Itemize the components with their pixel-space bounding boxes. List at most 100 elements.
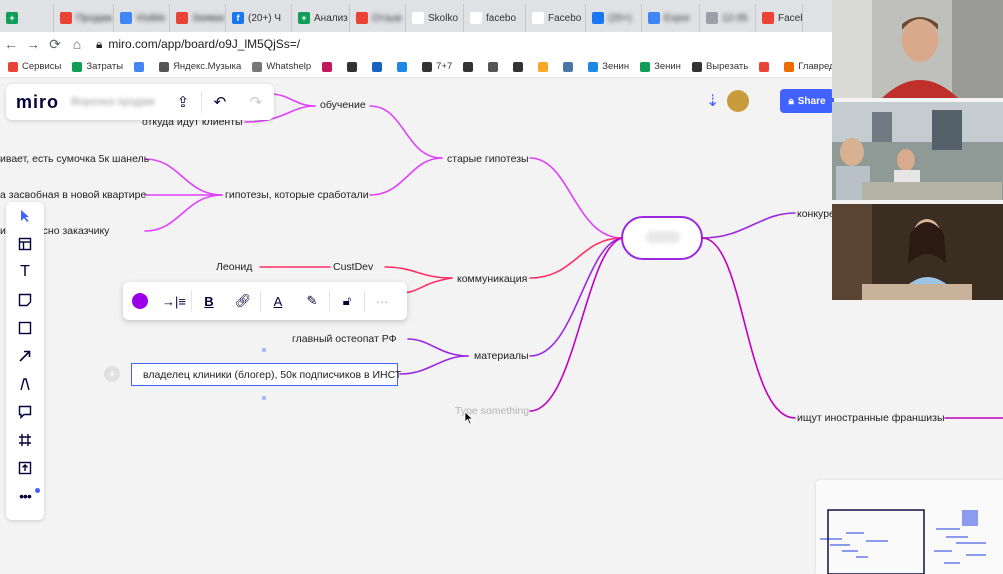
mindmap-node[interactable]: гипотезы, которые сработали: [225, 189, 369, 201]
mindmap-node[interactable]: ивает, есть сумочка 5к шанель: [0, 153, 149, 165]
home-icon[interactable]: ⌂: [66, 36, 88, 52]
node-text-editor[interactable]: владелец клиники (блогер), 50к подписчик…: [131, 363, 402, 386]
bookmark-item[interactable]: [397, 61, 411, 72]
bookmark-icon: [488, 61, 499, 72]
bookmark-item[interactable]: Яндекс.Музыка: [159, 61, 241, 72]
tab-favicon-icon: [356, 12, 368, 24]
bookmark-icon: [563, 61, 574, 72]
mindmap-node-obuchenie[interactable]: обучение: [320, 99, 366, 111]
mindmap-node[interactable]: ищут иностранные франшизы: [797, 412, 945, 424]
select-tool[interactable]: [6, 202, 44, 230]
bookmark-item[interactable]: Зенин: [588, 61, 629, 72]
pen-tool[interactable]: [6, 370, 44, 398]
redo-icon[interactable]: ↷: [238, 84, 274, 120]
browser-tab[interactable]: Gfacebo: [464, 4, 526, 32]
mindmap-node-kommunikacia[interactable]: коммуникация: [457, 273, 527, 285]
bookmark-item[interactable]: [372, 61, 386, 72]
more-icon[interactable]: ···: [365, 282, 399, 320]
bookmark-item[interactable]: Сервисы: [8, 61, 61, 72]
bookmark-item[interactable]: [759, 61, 773, 72]
bookmark-item[interactable]: Whatshelp: [252, 61, 311, 72]
resize-handle[interactable]: [262, 396, 266, 400]
bookmark-item[interactable]: Вырезать: [691, 61, 748, 72]
text-tool[interactable]: T: [6, 258, 44, 286]
resize-handle[interactable]: [262, 348, 266, 352]
bookmark-label: Затраты: [86, 61, 124, 72]
arrow-tool[interactable]: [6, 342, 44, 370]
mindmap-node-starye-gipotezy[interactable]: старые гипотезы: [447, 153, 529, 165]
bold-icon[interactable]: B: [192, 282, 226, 320]
forward-icon[interactable]: →: [22, 36, 44, 52]
mindmap-node[interactable]: а засвобная в новой квартире: [0, 189, 146, 201]
upload-icon: [18, 461, 32, 475]
bookmark-item[interactable]: [513, 61, 527, 72]
reload-icon[interactable]: ⟳: [44, 36, 66, 53]
miro-logo[interactable]: miro: [6, 92, 71, 113]
bookmark-item[interactable]: [134, 61, 148, 72]
tab-label: Expor: [664, 12, 691, 24]
mindmap-node[interactable]: Леонид: [216, 261, 252, 273]
highlight-icon[interactable]: ✎: [295, 282, 329, 320]
back-icon[interactable]: ←: [0, 36, 22, 52]
avatar[interactable]: [727, 90, 750, 112]
bookmark-item[interactable]: Затраты: [72, 61, 123, 72]
bookmark-icon: [72, 61, 83, 72]
browser-tab[interactable]: +: [0, 4, 54, 32]
bookmark-item[interactable]: [538, 61, 552, 72]
shape-tool[interactable]: [6, 314, 44, 342]
browser-tab[interactable]: Отзыв: [350, 4, 406, 32]
color-picker[interactable]: [123, 282, 157, 320]
browser-tab[interactable]: (20+): [586, 4, 642, 32]
browser-tab[interactable]: Заявки: [170, 4, 226, 32]
browser-tab[interactable]: + Анализ: [292, 4, 350, 32]
lock-icon[interactable]: 🔓︎: [330, 282, 364, 320]
share-button[interactable]: 🔒︎ Share: [780, 89, 834, 113]
comment-tool[interactable]: [6, 398, 44, 426]
bookmark-item[interactable]: 7+7: [422, 61, 452, 72]
bookmark-label: Сервисы: [22, 61, 62, 72]
mindmap-node[interactable]: CustDev: [333, 261, 373, 273]
tab-favicon-icon: G: [470, 12, 482, 24]
tab-favicon-icon: f: [232, 12, 244, 24]
color-swatch: [132, 293, 148, 309]
bookmark-icon: [640, 61, 651, 72]
minimap[interactable]: [816, 480, 1003, 574]
browser-tab[interactable]: Продаж: [54, 4, 114, 32]
add-node-icon[interactable]: +: [104, 366, 120, 382]
browser-tab[interactable]: Visible: [114, 4, 170, 32]
address-bar[interactable]: 🔒︎ miro.com/app/board/o9J_lM5QjSs=/: [96, 37, 300, 52]
browser-tab[interactable]: Facebo: [526, 4, 586, 32]
mindmap-node[interactable]: главный остеопат РФ: [292, 333, 397, 345]
tab-label: Facebo: [548, 12, 582, 24]
editor-text: владелец клиники (блогер), 50к подписчик…: [143, 368, 402, 381]
cursor-tools-icon[interactable]: ⇣: [706, 91, 719, 111]
bookmark-item[interactable]: [563, 61, 577, 72]
bookmark-item[interactable]: Зенин: [640, 61, 681, 72]
more-tools[interactable]: •••: [6, 482, 44, 510]
bookmark-item[interactable]: [463, 61, 477, 72]
upload-tool[interactable]: [6, 454, 44, 482]
sticky-note-tool[interactable]: [6, 286, 44, 314]
text-color-icon[interactable]: A: [261, 282, 295, 320]
link-icon[interactable]: 🔗︎: [226, 282, 260, 320]
bookmark-item[interactable]: [322, 61, 336, 72]
participant-video: [832, 102, 1003, 200]
browser-tab[interactable]: Skolko: [406, 4, 464, 32]
browser-tab[interactable]: f (20+) Ч: [226, 4, 292, 32]
bookmark-item[interactable]: [347, 61, 361, 72]
board-name[interactable]: Воронка продаж: [71, 96, 165, 108]
align-icon[interactable]: →|≡: [157, 282, 191, 320]
browser-tab[interactable]: Facebo: [756, 4, 803, 32]
central-node-label[interactable]: [646, 231, 680, 243]
templates-tool[interactable]: [6, 230, 44, 258]
bookmark-item[interactable]: [488, 61, 502, 72]
mindmap-node-materialy[interactable]: материалы: [474, 350, 529, 362]
mindmap-node[interactable]: конкуре: [797, 208, 835, 220]
tab-favicon-icon: [60, 12, 72, 24]
frame-tool[interactable]: [6, 426, 44, 454]
undo-icon[interactable]: ↶: [202, 84, 238, 120]
browser-tab[interactable]: Expor: [642, 4, 700, 32]
browser-tab[interactable]: 12-05: [700, 4, 756, 32]
export-icon[interactable]: ⇪: [165, 84, 201, 120]
sticky-note-icon: [18, 293, 32, 307]
